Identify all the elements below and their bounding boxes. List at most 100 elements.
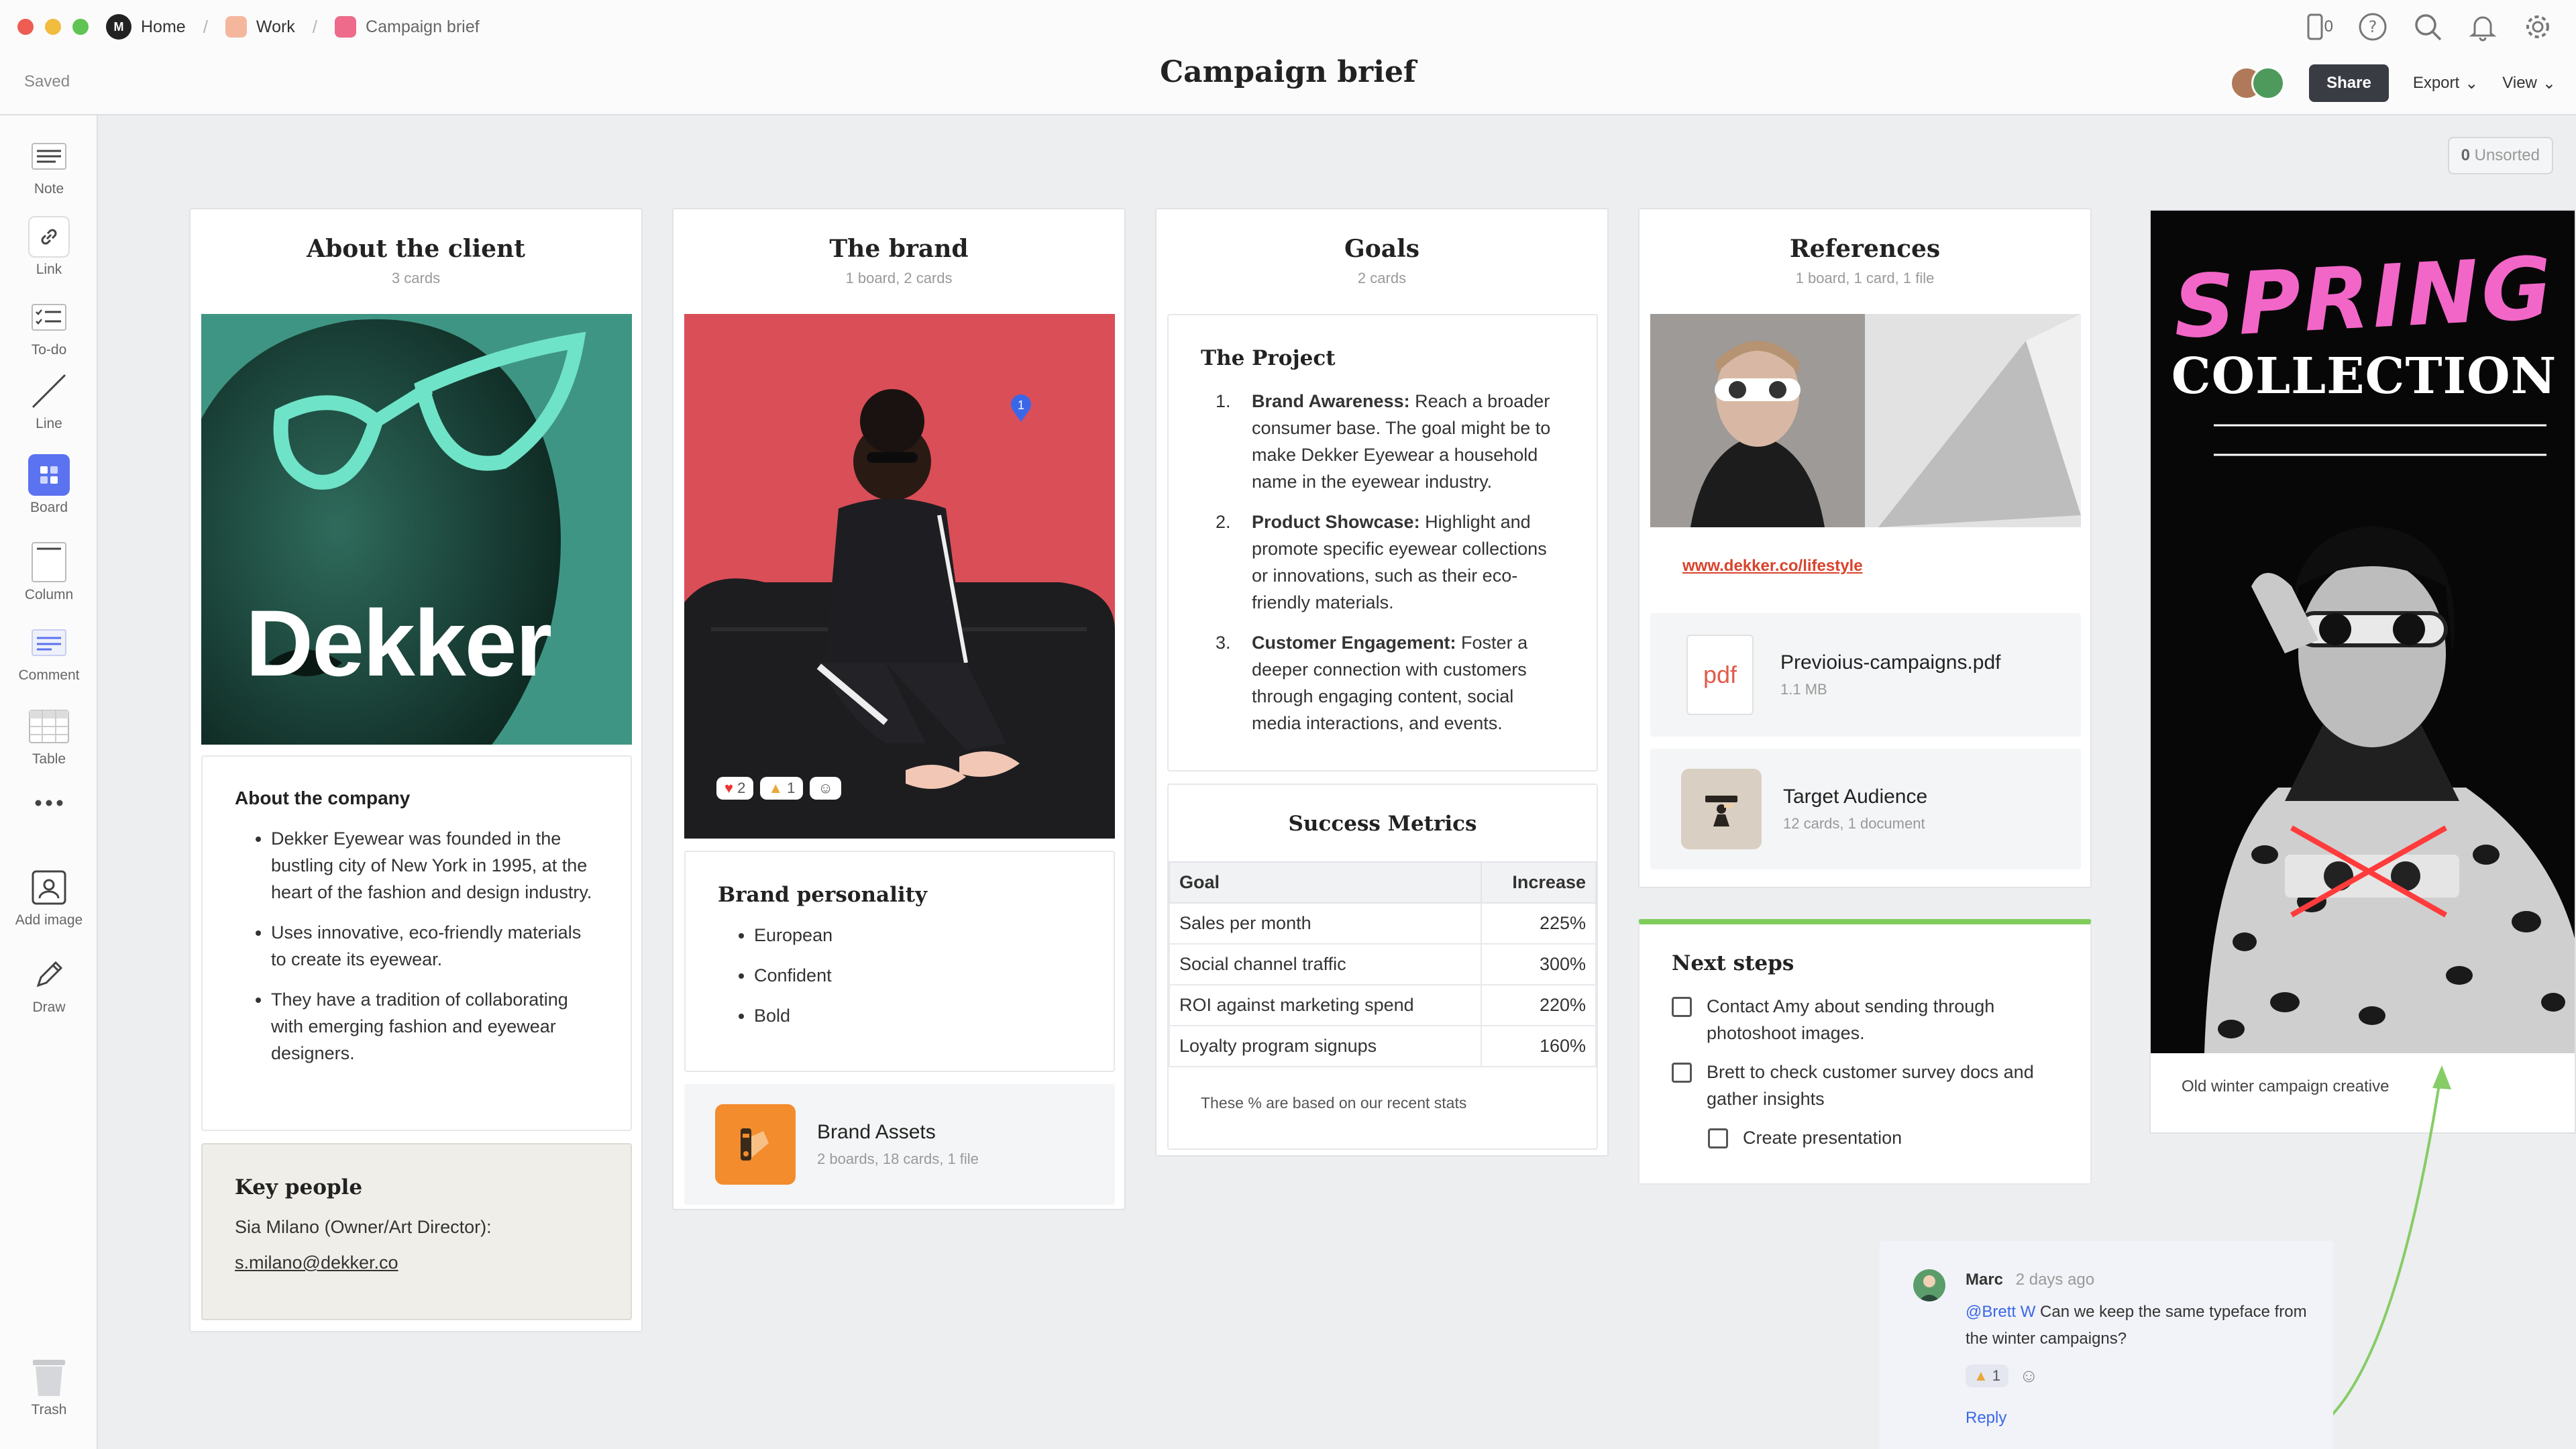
reaction-count: 2 bbox=[737, 780, 746, 796]
tool-label: Note bbox=[34, 181, 64, 197]
todo-item[interactable]: Contact Amy about sending through photos… bbox=[1672, 993, 2058, 1046]
column-references[interactable]: References 1 board, 1 card, 1 file www.d… bbox=[1638, 208, 2092, 888]
column-about-client[interactable]: About the client 3 cards Dekker About th… bbox=[189, 208, 643, 1332]
card-brand-personality[interactable]: Brand personality European Confident Bol… bbox=[684, 851, 1115, 1072]
view-label: View bbox=[2502, 74, 2537, 92]
reaction-thumbs-up[interactable]: ▲ 1 bbox=[760, 777, 804, 800]
column-subtitle: 2 cards bbox=[1357, 270, 1407, 286]
tool-link[interactable]: Link bbox=[0, 216, 98, 278]
breadcrumb-work[interactable]: Work bbox=[225, 16, 295, 38]
tool-table[interactable]: Table bbox=[0, 706, 98, 767]
tool-todo[interactable]: To-do bbox=[0, 297, 98, 358]
tool-add-image[interactable]: Add image bbox=[0, 867, 98, 928]
table-row: Sales per month 225% bbox=[1168, 902, 1597, 945]
breadcrumb-label: Home bbox=[141, 17, 186, 36]
close-window-button[interactable] bbox=[17, 19, 34, 35]
card-success-metrics[interactable]: Success Metrics Goal Increase Sales per … bbox=[1167, 784, 1598, 1150]
home-logo-icon: M bbox=[106, 14, 131, 40]
board-target-audience[interactable]: Target Audience 12 cards, 1 document bbox=[1650, 749, 2081, 869]
collaborator-avatars[interactable] bbox=[2230, 66, 2286, 100]
photo-reactions: ♥ 2 ▲ 1 ☺ bbox=[716, 777, 841, 800]
table-cell: ROI against marketing spend bbox=[1168, 984, 1483, 1026]
tool-column[interactable]: Column bbox=[0, 541, 98, 603]
tool-label: Add image bbox=[15, 912, 83, 928]
dekker-logo-text: Dekker bbox=[246, 590, 552, 696]
line-icon bbox=[28, 370, 70, 412]
search-icon[interactable] bbox=[2412, 11, 2443, 42]
tool-label: Trash bbox=[31, 1402, 67, 1417]
view-menu[interactable]: View ⌄ bbox=[2502, 74, 2556, 93]
column-goals[interactable]: Goals 2 cards The Project Brand Awarenes… bbox=[1155, 208, 1609, 1157]
card-lifestyle-link[interactable]: www.dekker.co/lifestyle bbox=[1650, 314, 2081, 601]
breadcrumb-campaign-brief[interactable]: Campaign brief bbox=[335, 16, 480, 38]
share-button[interactable]: Share bbox=[2309, 64, 2389, 102]
add-reaction-button[interactable]: ☺ bbox=[810, 777, 841, 800]
about-list: Dekker Eyewear was founded in the bustli… bbox=[235, 825, 598, 1067]
column-subtitle: 1 board, 2 cards bbox=[845, 270, 953, 286]
export-menu[interactable]: Export ⌄ bbox=[2413, 74, 2478, 93]
more-tools-button[interactable] bbox=[0, 793, 98, 813]
breadcrumb-home[interactable]: M Home bbox=[106, 14, 186, 40]
reply-button[interactable]: Reply bbox=[1966, 1409, 2006, 1428]
device-icon[interactable]: 0 bbox=[2307, 11, 2333, 42]
minimize-window-button[interactable] bbox=[45, 19, 61, 35]
connector-arrow[interactable] bbox=[2313, 1063, 2474, 1438]
file-text: Previoius-campaigns.pdf 1.1 MB bbox=[1780, 651, 2001, 698]
todo-item[interactable]: Brett to check customer survey docs and … bbox=[1672, 1059, 2058, 1112]
column-title: References bbox=[1789, 235, 1941, 263]
card-spring-collection[interactable]: SPRING COLLECTION Old winter campaign cr… bbox=[2149, 209, 2576, 1134]
tool-draw[interactable]: Draw bbox=[0, 954, 98, 1016]
comment-pin[interactable]: 1 bbox=[1009, 393, 1033, 423]
unsorted-button[interactable]: 0 Unsorted bbox=[2447, 137, 2553, 174]
user-mention[interactable]: @Brett W bbox=[1966, 1303, 2035, 1321]
add-reaction-icon[interactable]: ☺ bbox=[2019, 1365, 2039, 1387]
card-heading: Next steps bbox=[1672, 951, 1794, 975]
reference-link[interactable]: www.dekker.co/lifestyle bbox=[1682, 557, 1863, 576]
dekker-logo-image[interactable]: Dekker bbox=[201, 314, 632, 745]
brand-photo-image[interactable]: 1 ♥ 2 ▲ 1 ☺ bbox=[684, 314, 1115, 839]
tool-note[interactable]: Note bbox=[0, 136, 98, 197]
checkbox[interactable] bbox=[1672, 1063, 1692, 1083]
tool-label: Draw bbox=[32, 1000, 66, 1015]
help-icon[interactable]: ? bbox=[2357, 11, 2388, 42]
project-goals-list: Brand Awareness: Reach a broader consume… bbox=[1201, 388, 1564, 737]
checkbox[interactable] bbox=[1672, 997, 1692, 1017]
tool-board[interactable]: Board bbox=[0, 454, 98, 516]
tool-label: Link bbox=[36, 262, 62, 277]
bell-icon[interactable] bbox=[2467, 11, 2498, 42]
tool-label: Table bbox=[32, 751, 66, 767]
page-title: Campaign brief bbox=[1160, 55, 1416, 89]
list-item: Bold bbox=[754, 1002, 1081, 1029]
trash-button[interactable]: Trash bbox=[0, 1356, 98, 1418]
column-icon bbox=[28, 541, 70, 583]
email-link[interactable]: s.milano@dekker.co bbox=[235, 1252, 598, 1273]
card-about-company[interactable]: About the company Dekker Eyewear was fou… bbox=[201, 755, 632, 1131]
gear-icon[interactable] bbox=[2522, 11, 2553, 42]
palette-icon bbox=[715, 1104, 796, 1185]
table-row: Loyalty program signups 160% bbox=[1168, 1025, 1597, 1067]
checkbox[interactable] bbox=[1708, 1128, 1728, 1148]
tool-comment[interactable]: Comment bbox=[0, 622, 98, 684]
todo-text: Brett to check customer survey docs and … bbox=[1707, 1062, 2034, 1109]
board-link-text: Brand Assets 2 boards, 18 cards, 1 file bbox=[817, 1121, 979, 1168]
table-cell: 160% bbox=[1481, 1025, 1597, 1067]
metrics-note: These % are based on our recent stats bbox=[1201, 1094, 1467, 1112]
comment-card[interactable]: Marc 2 days ago @Brett W Can we keep the… bbox=[1880, 1241, 2333, 1449]
tool-line[interactable]: Line bbox=[0, 370, 98, 432]
todo-item[interactable]: Create presentation bbox=[1708, 1124, 2058, 1151]
file-previous-campaigns[interactable]: pdf Previoius-campaigns.pdf 1.1 MB bbox=[1650, 613, 2081, 737]
card-next-steps[interactable]: Next steps Contact Amy about sending thr… bbox=[1638, 919, 2092, 1185]
board-brand-assets[interactable]: Brand Assets 2 boards, 18 cards, 1 file bbox=[684, 1084, 1115, 1205]
card-key-people[interactable]: Key people Sia Milano (Owner/Art Directo… bbox=[201, 1143, 632, 1320]
reaction-thumbs-up[interactable]: ▲ 1 bbox=[1966, 1364, 2009, 1387]
card-the-project[interactable]: The Project Brand Awareness: Reach a bro… bbox=[1167, 314, 1598, 771]
board-icon bbox=[28, 454, 70, 496]
table-header-row: Goal Increase bbox=[1168, 861, 1597, 904]
reaction-heart[interactable]: ♥ 2 bbox=[716, 777, 754, 800]
todo-text: Create presentation bbox=[1743, 1128, 1902, 1148]
list-item: Product Showcase: Highlight and promote … bbox=[1236, 508, 1564, 616]
board-canvas[interactable]: 0 Unsorted About the client 3 cards Dekk… bbox=[99, 117, 2576, 1449]
maximize-window-button[interactable] bbox=[72, 19, 89, 35]
column-the-brand[interactable]: The brand 1 board, 2 cards 1 ♥ 2 ▲ 1 ☺ B… bbox=[672, 208, 1126, 1210]
column-header: The brand 1 board, 2 cards bbox=[674, 209, 1124, 287]
